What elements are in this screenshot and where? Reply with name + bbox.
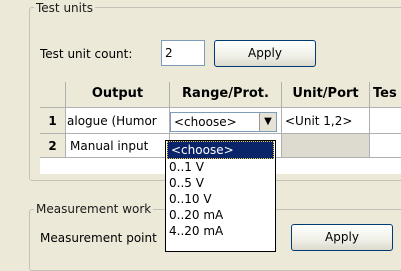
test-unit-count-input[interactable]: 2 (161, 40, 205, 66)
test-units-legend: Test units (34, 1, 95, 15)
grid-header-rownum (40, 82, 66, 108)
range-dropdown-list[interactable]: <choose> 0..1 V 0..5 V 0..10 V 0..20 mA … (165, 140, 276, 252)
measurement-point-label: Measurement point (40, 231, 157, 245)
grid-header-unit-port[interactable]: Unit/Port (282, 82, 370, 108)
grid-cell-test[interactable] (370, 108, 401, 134)
grid-row-number: 1 (40, 108, 66, 134)
test-units-apply-button[interactable]: Apply (214, 40, 316, 67)
grid-cell-output[interactable]: alogue (Humor (66, 108, 170, 134)
grid-cell-test[interactable] (370, 134, 401, 158)
test-unit-count-label: Test unit count: (40, 47, 133, 61)
range-combobox-value: <choose> (174, 115, 237, 129)
dropdown-option[interactable]: 0..10 V (166, 191, 275, 207)
grid-header-output[interactable]: Output (66, 82, 170, 108)
measurement-apply-button[interactable]: Apply (291, 224, 393, 251)
grid-cell-output[interactable]: Manual input (66, 134, 170, 158)
grid-header-range[interactable]: Range/Prot. (170, 82, 282, 108)
grid-row-number: 2 (40, 134, 66, 158)
dropdown-option[interactable]: 0..20 mA (166, 207, 275, 223)
grid-header-test[interactable]: Tes (370, 82, 401, 108)
range-combobox[interactable]: <choose> ▼ (170, 112, 277, 132)
dropdown-option[interactable]: 0..1 V (166, 159, 275, 175)
grid-cell-unit-port[interactable]: <Unit 1,2> (282, 108, 370, 134)
grid-cell-unit-port[interactable] (282, 134, 370, 158)
dropdown-option[interactable]: 0..5 V (166, 175, 275, 191)
dropdown-option[interactable]: 4..20 mA (166, 223, 275, 239)
dropdown-option[interactable]: <choose> (167, 141, 274, 159)
grid-cell-range[interactable]: <choose> ▼ (170, 108, 282, 134)
measurement-legend: Measurement work (34, 202, 154, 216)
chevron-down-icon[interactable]: ▼ (259, 113, 276, 131)
